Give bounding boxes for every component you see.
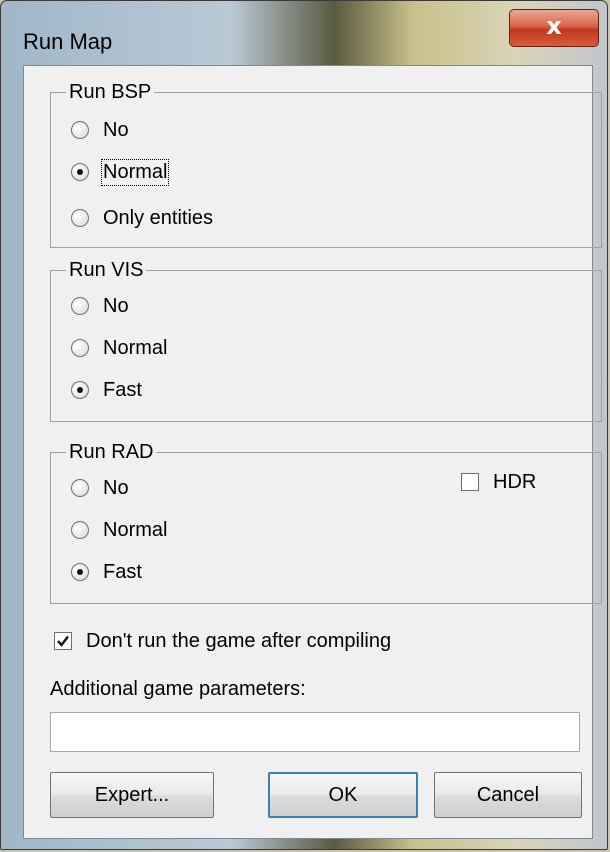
rad-fast-radio[interactable] [71, 563, 89, 581]
vis-fast-radio[interactable] [71, 381, 89, 399]
rad-normal-label: Normal [103, 518, 168, 541]
dont-run-game-label: Don't run the game after compiling [86, 629, 392, 652]
vis-option-normal[interactable]: Normal [71, 333, 167, 363]
vis-option-no[interactable]: No [71, 291, 129, 321]
dont-run-game-checkbox[interactable] [54, 632, 72, 650]
run-vis-group: Run VIS No Normal Fast [50, 255, 602, 422]
bsp-only-entities-radio[interactable] [71, 209, 89, 227]
checkmark-icon [57, 635, 69, 647]
close-icon: x [546, 12, 562, 40]
bsp-option-no[interactable]: No [71, 115, 129, 145]
hdr-label: HDR [493, 470, 537, 493]
bsp-option-only-entities[interactable]: Only entities [71, 203, 213, 233]
cancel-button[interactable]: Cancel [434, 772, 582, 818]
rad-normal-radio[interactable] [71, 521, 89, 539]
rad-no-label: No [103, 476, 129, 499]
rad-fast-label: Fast [103, 560, 142, 583]
additional-params-label: Additional game parameters: [50, 678, 306, 700]
rad-option-fast[interactable]: Fast [71, 557, 142, 587]
expert-button[interactable]: Expert... [50, 772, 214, 818]
vis-normal-label: Normal [103, 336, 168, 359]
bsp-normal-label: Normal [100, 158, 170, 186]
run-rad-label: Run RAD [66, 437, 157, 467]
vis-no-radio[interactable] [71, 297, 89, 315]
cancel-button-label: Cancel [476, 783, 540, 806]
bsp-only-entities-label: Only entities [103, 206, 214, 229]
bsp-option-normal[interactable]: Normal [71, 157, 170, 187]
bsp-normal-radio[interactable] [71, 163, 89, 181]
expert-button-label: Expert... [94, 783, 170, 806]
run-map-dialog: Run Map x Run BSP No Normal Only entitie… [0, 0, 608, 850]
bsp-no-label: No [103, 118, 129, 141]
title-bar[interactable]: Run Map x [1, 1, 607, 63]
ok-button[interactable]: OK [268, 772, 418, 818]
hdr-checkbox[interactable] [461, 473, 479, 491]
rad-no-radio[interactable] [71, 479, 89, 497]
additional-params-input[interactable] [50, 712, 580, 752]
rad-option-no[interactable]: No [71, 473, 129, 503]
dialog-title: Run Map [23, 29, 113, 54]
ok-button-label: OK [328, 783, 358, 806]
run-bsp-label: Run BSP [66, 77, 155, 107]
run-vis-label: Run VIS [66, 255, 147, 285]
vis-no-label: No [103, 294, 129, 317]
vis-normal-radio[interactable] [71, 339, 89, 357]
dont-run-game-row[interactable]: Don't run the game after compiling [54, 626, 391, 656]
vis-option-fast[interactable]: Fast [71, 375, 142, 405]
bsp-no-radio[interactable] [71, 121, 89, 139]
close-button[interactable]: x [509, 9, 599, 47]
hdr-checkbox-row[interactable]: HDR [461, 467, 536, 497]
dialog-body: Run BSP No Normal Only entities Run VIS … [23, 65, 602, 839]
rad-option-normal[interactable]: Normal [71, 515, 167, 545]
run-rad-group: Run RAD No Normal Fast HDR [50, 437, 602, 604]
vis-fast-label: Fast [103, 378, 142, 401]
run-bsp-group: Run BSP No Normal Only entities [50, 77, 602, 248]
